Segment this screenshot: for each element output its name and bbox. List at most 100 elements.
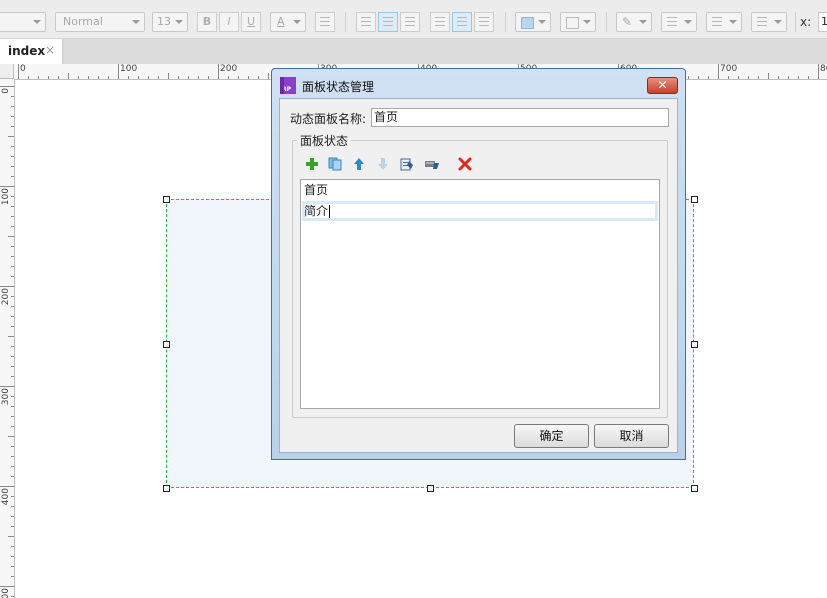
ruler-tick	[788, 76, 789, 79]
ruler-tick	[0, 486, 14, 487]
ruler-label: 200	[1, 288, 11, 306]
resize-handle[interactable]	[427, 485, 434, 492]
axure-rp-icon: RP	[280, 77, 296, 94]
line-style-icon	[712, 17, 722, 26]
ruler-tick	[198, 76, 199, 79]
align-middle-button[interactable]	[452, 12, 472, 32]
ruler-tick	[138, 76, 139, 79]
ruler-tick	[0, 286, 14, 287]
line-style-dropdown[interactable]	[706, 12, 742, 32]
bullet-list-icon	[320, 17, 330, 26]
align-left-icon	[361, 17, 371, 26]
chevron-down-icon	[639, 20, 647, 24]
ruler-tick	[778, 76, 779, 79]
ruler-tick	[11, 566, 14, 567]
resize-handle[interactable]	[163, 485, 170, 492]
ruler-tick	[11, 126, 14, 127]
ruler-tick	[11, 306, 14, 307]
ruler-tick	[98, 76, 99, 79]
x-position-input[interactable]: 1	[818, 12, 827, 32]
shadow-dropdown[interactable]	[560, 12, 596, 32]
resize-handle[interactable]	[691, 341, 698, 348]
state-list[interactable]: 首页 简介	[300, 179, 660, 409]
ruler-tick	[8, 536, 14, 537]
ruler-tick	[58, 76, 59, 79]
edit-state-icon[interactable]	[399, 157, 415, 173]
ruler-tick	[258, 76, 259, 79]
state-name-editor[interactable]: 简介	[304, 204, 328, 218]
ruler-tick	[0, 386, 14, 387]
edit-all-states-icon[interactable]	[424, 157, 440, 173]
toolbar-divider	[795, 12, 796, 32]
ruler-tick	[11, 476, 14, 477]
resize-handle[interactable]	[691, 485, 698, 492]
align-top-button[interactable]	[430, 12, 450, 32]
ruler-tick	[11, 416, 14, 417]
dialog-close-button[interactable]: ✕	[647, 77, 678, 94]
line-color-dropdown[interactable]: ✎	[616, 12, 652, 32]
chevron-down-icon	[729, 20, 737, 24]
ok-button[interactable]: 确定	[514, 424, 589, 448]
resize-handle[interactable]	[691, 196, 698, 203]
align-left-button[interactable]	[356, 12, 376, 32]
cancel-button[interactable]: 取消	[594, 424, 669, 448]
resize-handle[interactable]	[163, 196, 170, 203]
move-up-icon[interactable]	[351, 157, 367, 173]
line-width-dropdown[interactable]	[661, 12, 697, 32]
ruler-tick	[11, 276, 14, 277]
ruler-tick	[698, 76, 699, 79]
ruler-tick	[11, 106, 14, 107]
resize-handle[interactable]	[163, 341, 170, 348]
font-family-dropdown[interactable]	[0, 12, 46, 32]
fill-color-dropdown[interactable]	[515, 12, 551, 32]
bold-button[interactable]: B	[197, 12, 217, 32]
ruler-tick	[11, 406, 14, 407]
ruler-tick	[818, 64, 819, 79]
state-list-item[interactable]: 首页	[303, 181, 657, 199]
align-right-button[interactable]	[400, 12, 420, 32]
vertical-ruler: 0 100 200 300 400 500	[0, 79, 15, 598]
ruler-tick	[11, 426, 14, 427]
ruler-tick	[11, 456, 14, 457]
ruler-label: 200	[220, 64, 238, 74]
ruler-tick	[748, 76, 749, 79]
ruler-tick	[11, 146, 14, 147]
ruler-tick	[11, 516, 14, 517]
ruler-tick	[78, 76, 79, 79]
tab-label: index	[8, 44, 46, 58]
ruler-tick	[128, 76, 129, 79]
underline-button[interactable]: U	[241, 12, 261, 32]
ruler-label: 800	[820, 64, 827, 74]
italic-button[interactable]: I	[219, 12, 239, 32]
font-color-dropdown[interactable]: A	[270, 12, 306, 32]
panel-name-input[interactable]: 首页	[371, 108, 669, 127]
ruler-tick	[248, 76, 249, 79]
tab-index[interactable]: index ×	[0, 39, 63, 64]
ruler-tick	[0, 586, 14, 587]
ruler-tick	[11, 526, 14, 527]
ruler-tick	[168, 73, 169, 79]
chevron-down-icon	[583, 20, 591, 24]
chevron-down-icon	[33, 20, 41, 24]
ruler-tick	[11, 156, 14, 157]
arrow-style-dropdown[interactable]	[751, 12, 787, 32]
ruler-tick	[11, 596, 14, 597]
dialog-title-bar[interactable]: RP 面板状态管理 ✕	[272, 69, 685, 97]
ruler-tick	[8, 436, 14, 437]
ruler-tick	[38, 76, 39, 79]
format-toolbar: Normal 13 B I U A ✎ x: 1	[0, 0, 827, 39]
bullet-list-button[interactable]	[315, 12, 335, 32]
font-size-dropdown[interactable]: 13	[152, 12, 188, 32]
ruler-tick	[268, 73, 269, 79]
delete-state-icon[interactable]	[457, 157, 473, 173]
duplicate-state-icon[interactable]	[327, 157, 343, 173]
font-style-dropdown[interactable]: Normal	[55, 12, 145, 32]
ruler-label: 0	[1, 88, 11, 94]
align-center-button[interactable]	[378, 12, 398, 32]
close-icon[interactable]: ×	[45, 43, 55, 57]
ruler-corner	[0, 64, 14, 79]
add-state-icon[interactable]	[304, 157, 320, 173]
move-down-icon[interactable]	[375, 157, 391, 173]
state-list-item-editing[interactable]: 简介	[302, 201, 658, 221]
align-bottom-button[interactable]	[474, 12, 494, 32]
